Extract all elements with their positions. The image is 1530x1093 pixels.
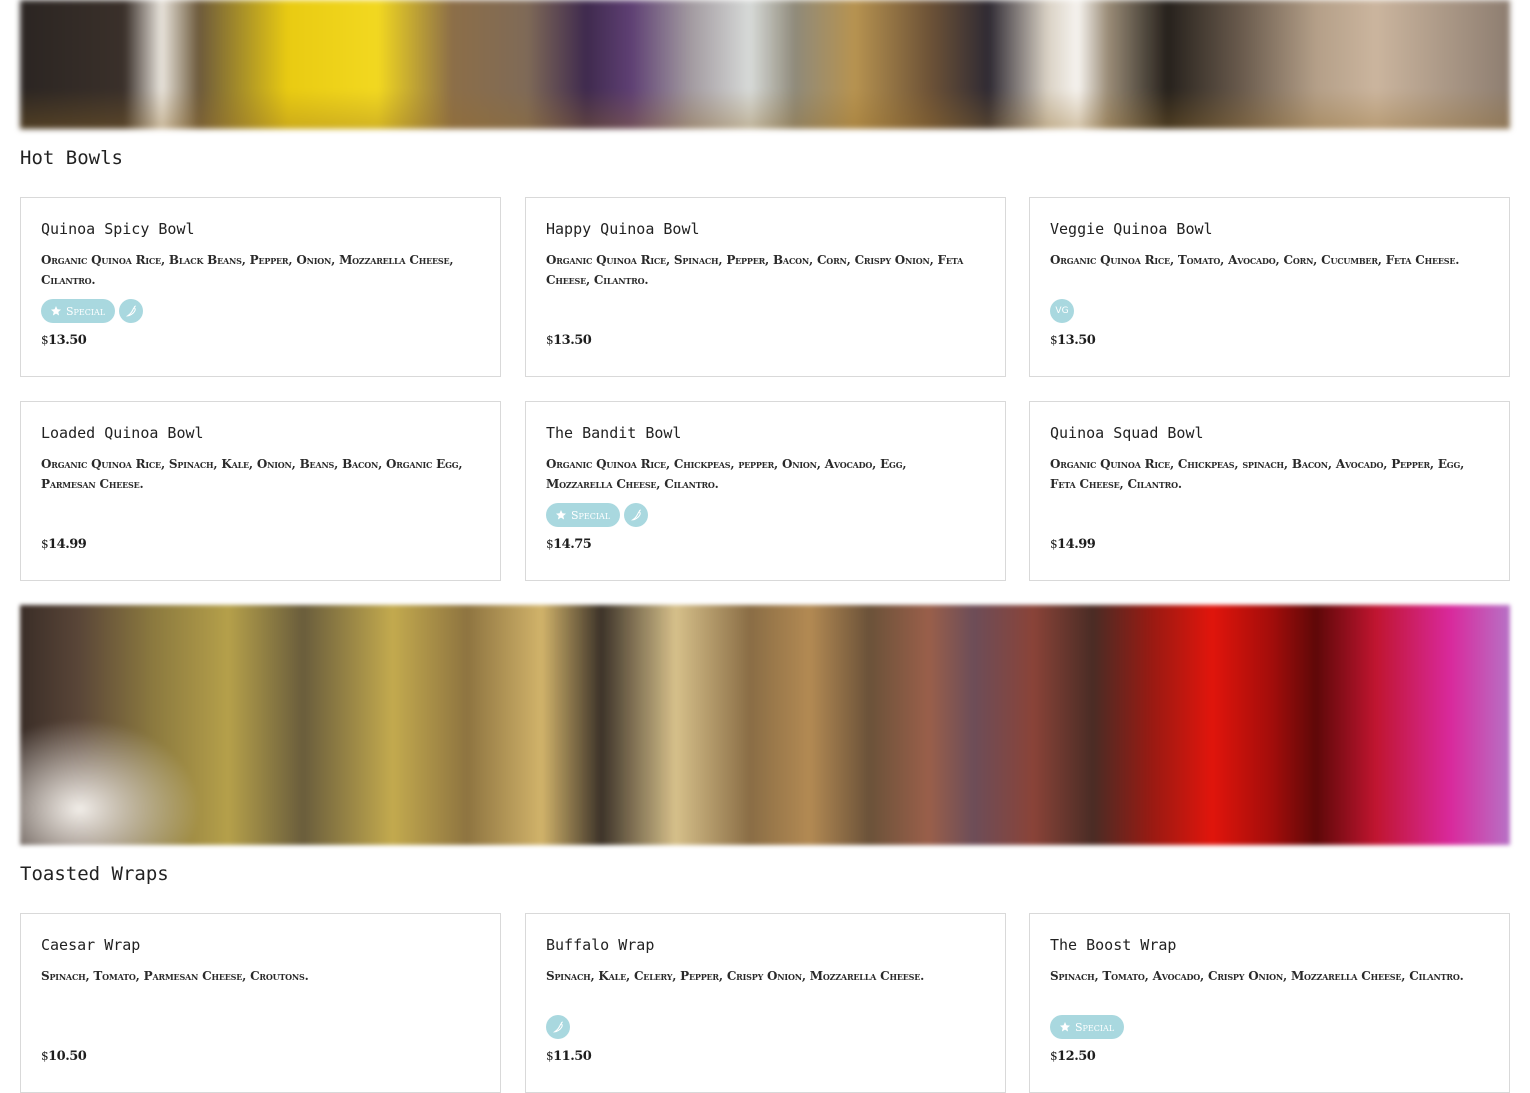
menu-item-price: $13.50 — [41, 333, 87, 348]
menu-item-card[interactable]: The Bandit Bowl Organic Quinoa Rice, Chi… — [525, 401, 1006, 581]
menu-item-price: $13.50 — [546, 333, 592, 348]
menu-item-name: Quinoa Spicy Bowl — [41, 220, 195, 238]
menu-item-card[interactable]: Veggie Quinoa Bowl Organic Quinoa Rice, … — [1029, 197, 1510, 377]
special-badge-label: Special — [66, 304, 106, 318]
star-icon — [556, 510, 566, 520]
menu-item-price: $14.75 — [546, 537, 592, 552]
star-icon — [1060, 1022, 1070, 1032]
menu-item-tags: Special — [41, 299, 144, 323]
menu-item-tags: Special — [546, 503, 649, 527]
menu-item-card[interactable]: Happy Quinoa Bowl Organic Quinoa Rice, S… — [525, 197, 1006, 377]
menu-item-description: Spinach, Tomato, Parmesan Cheese, Crouto… — [41, 969, 309, 983]
menu-item-description: Spinach, Tomato, Avocado, Crispy Onion, … — [1050, 969, 1464, 983]
menu-item-price: $10.50 — [41, 1049, 87, 1064]
pepper-icon — [125, 305, 136, 316]
menu-item-description: Organic Quinoa Rice, Black Beans, Pepper… — [41, 253, 454, 287]
menu-item-name: Loaded Quinoa Bowl — [41, 424, 204, 442]
special-badge-label: Special — [571, 508, 611, 522]
spicy-badge — [119, 299, 144, 323]
special-badge: Special — [546, 503, 621, 527]
menu-item-tags: VG — [1050, 299, 1074, 323]
menu-item-price: $13.50 — [1050, 333, 1096, 348]
spicy-badge — [546, 1015, 570, 1039]
menu-item-description: Organic Quinoa Rice, Chickpeas, pepper, … — [546, 457, 907, 491]
special-badge-label: Special — [1075, 1020, 1115, 1034]
menu-item-card[interactable]: Caesar Wrap Spinach, Tomato, Parmesan Ch… — [20, 913, 501, 1093]
menu-item-name: Buffalo Wrap — [546, 936, 655, 954]
hero-banner-image — [20, 0, 1510, 129]
menu-item-description: Organic Quinoa Rice, Chickpeas, spinach,… — [1050, 457, 1465, 491]
menu-item-tags: Special — [1050, 1015, 1125, 1039]
section-title-hot-bowls: Hot Bowls — [20, 147, 123, 169]
menu-item-price: $14.99 — [41, 537, 87, 552]
section-banner-image — [20, 605, 1510, 845]
menu-item-description: Spinach, Kale, Celery, Pepper, Crispy On… — [546, 969, 925, 983]
menu-item-name: The Boost Wrap — [1050, 936, 1177, 954]
star-icon — [51, 306, 61, 316]
menu-item-description: Organic Quinoa Rice, Spinach, Kale, Onio… — [41, 457, 463, 491]
menu-item-name: Quinoa Squad Bowl — [1050, 424, 1204, 442]
menu-item-card[interactable]: Buffalo Wrap Spinach, Kale, Celery, Pepp… — [525, 913, 1006, 1093]
menu-item-name: Caesar Wrap — [41, 936, 141, 954]
menu-item-description: Organic Quinoa Rice, Spinach, Pepper, Ba… — [546, 253, 964, 287]
menu-item-card[interactable]: Quinoa Spicy Bowl Organic Quinoa Rice, B… — [20, 197, 501, 377]
menu-item-card[interactable]: Loaded Quinoa Bowl Organic Quinoa Rice, … — [20, 401, 501, 581]
menu-item-name: The Bandit Bowl — [546, 424, 682, 442]
menu-item-card[interactable]: The Boost Wrap Spinach, Tomato, Avocado,… — [1029, 913, 1510, 1093]
special-badge: Special — [1050, 1015, 1125, 1039]
menu-item-name: Veggie Quinoa Bowl — [1050, 220, 1213, 238]
section-title-toasted-wraps: Toasted Wraps — [20, 863, 169, 885]
spicy-badge — [624, 503, 649, 527]
menu-item-tags — [546, 1015, 570, 1039]
special-badge: Special — [41, 299, 116, 323]
pepper-icon — [552, 1021, 563, 1032]
menu-item-name: Happy Quinoa Bowl — [546, 220, 700, 238]
pepper-icon — [630, 509, 641, 520]
menu-item-price: $11.50 — [546, 1049, 592, 1064]
menu-item-price: $12.50 — [1050, 1049, 1096, 1064]
menu-item-card[interactable]: Quinoa Squad Bowl Organic Quinoa Rice, C… — [1029, 401, 1510, 581]
menu-item-price: $14.99 — [1050, 537, 1096, 552]
vegetarian-badge: VG — [1050, 299, 1074, 323]
menu-item-description: Organic Quinoa Rice, Tomato, Avocado, Co… — [1050, 253, 1460, 267]
